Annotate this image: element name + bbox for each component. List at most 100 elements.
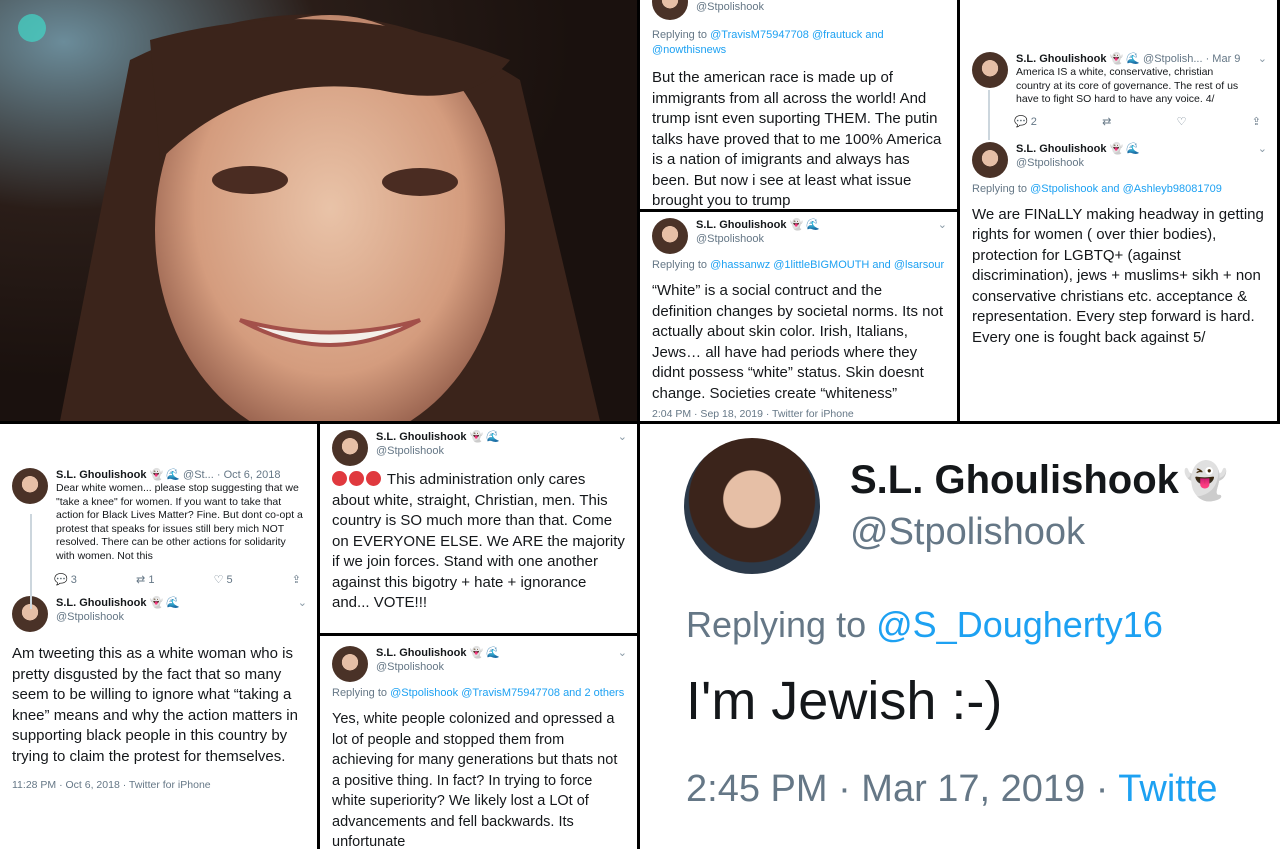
share-icon[interactable]: ⇪ [1252, 115, 1261, 128]
tweet-source-link[interactable]: Twitte [1118, 768, 1217, 810]
user-handle[interactable]: @Stpolish... [1143, 53, 1202, 65]
wave-emoji: 🌊 [486, 647, 500, 659]
thread-line [30, 514, 32, 609]
tweet-thread-take-a-knee: S.L. Ghoulishook 👻 🌊 @St... · Oct 6, 201… [0, 424, 317, 849]
tweet-thread-governance: S.L. Ghoulishook 👻 🌊 @Stpolish... · Mar … [960, 0, 1277, 421]
avatar[interactable] [332, 646, 368, 682]
user-name[interactable]: S.L. Ghoulishook [696, 219, 786, 231]
tweet-text: Am tweeting this as a white woman who is… [12, 645, 298, 765]
wave-emoji: 🌊 [1126, 142, 1140, 155]
chevron-down-icon[interactable]: ⌄ [618, 646, 627, 659]
user-name[interactable]: S.L. Ghoulishook [376, 431, 466, 443]
chevron-down-icon[interactable]: ⌄ [1258, 52, 1267, 65]
reply-button[interactable]: 💬 3 [54, 573, 77, 586]
user-name[interactable]: S.L. Ghoulishook [1016, 143, 1106, 155]
replying-to-label: Replying to [652, 259, 708, 271]
user-handle[interactable]: @Stpolishook [696, 233, 764, 245]
reply-icon: 💬 [1014, 115, 1028, 128]
wave-emoji: 🌊 [166, 469, 180, 481]
ghost-emoji: 👻 [1183, 460, 1229, 501]
tweet-text: America IS a white, conservative, christ… [1016, 66, 1239, 105]
ghost-emoji: 👻 [469, 647, 484, 659]
tweet-text: We are FINaLLY making headway in getting… [972, 205, 1264, 346]
user-name[interactable]: S.L. Ghoulishook [1016, 53, 1106, 65]
user-name[interactable]: S.L. Ghoulishook [376, 647, 466, 659]
tweet-body: This administration only cares about whi… [320, 466, 637, 614]
tweet-text: But the american race is made up of immi… [652, 69, 942, 209]
wave-emoji: 🌊 [166, 597, 180, 609]
tweet-actions: 💬 2 ⇄ ♡ ⇪ [960, 107, 1277, 128]
tweet-meta: 2:45 PM · Mar 17, 2019 · Twitte [640, 732, 1280, 811]
user-handle[interactable]: @Stpolishook [376, 445, 444, 457]
replying-to-label: Replying to [686, 604, 867, 645]
tweet-text: This administration only cares about whi… [332, 471, 625, 611]
ghost-emoji: 👻 [1109, 53, 1124, 65]
reply-mentions-link[interactable]: @Stpolishook and @Ashleyb98081709 [1030, 183, 1222, 195]
chevron-down-icon[interactable]: ⌄ [298, 596, 307, 609]
like-icon: ♡ [213, 574, 224, 586]
tweet-time: 2:45 PM · Mar 17, 2019 · [686, 768, 1109, 810]
tweet-card-administration: S.L. Ghoulishook 👻 🌊 @Stpolishook ⌄ This… [320, 424, 637, 633]
retweet-count: 1 [148, 574, 155, 586]
reply-button[interactable]: 💬 2 [1014, 115, 1037, 128]
tweet-text: I'm Jewish :-) [686, 671, 1003, 731]
user-handle[interactable]: @Stpolishook [376, 661, 444, 673]
avatar[interactable] [332, 430, 368, 466]
tweet-date: · Mar 9 [1205, 53, 1241, 65]
chevron-down-icon[interactable]: ⌄ [618, 430, 627, 443]
share-icon[interactable]: ⇪ [292, 573, 301, 586]
user-handle[interactable]: @Stpolishook [56, 611, 124, 623]
tweet-card-immigrants: @Stpolishook Replying to @TravisM7594770… [640, 0, 957, 209]
ghost-emoji: 👻 [149, 469, 164, 481]
retweet-icon: ⇄ [136, 574, 146, 586]
tweet-card-jewish: S.L. Ghoulishook 👻 @Stpolishook Replying… [640, 424, 1280, 849]
chevron-down-icon[interactable]: ⌄ [938, 218, 947, 231]
user-handle[interactable]: @Stpolishook [850, 511, 1228, 554]
avatar[interactable] [652, 0, 688, 20]
like-icon[interactable]: ♡ [1177, 115, 1187, 128]
reply-count: 3 [70, 574, 77, 586]
avatar[interactable] [972, 52, 1008, 88]
user-handle[interactable]: @Stpolishook [1016, 157, 1084, 169]
replying-to: Replying to @Stpolishook and @Ashleyb980… [960, 178, 1277, 197]
like-button[interactable]: ♡ 5 [214, 573, 233, 586]
wave-emoji: 🌊 [486, 431, 500, 443]
ghost-emoji: 👻 [469, 431, 484, 443]
replying-to: Replying to @hassanwz @1littleBIGMOUTH a… [640, 254, 957, 273]
replying-to: Replying to @S_Dougherty16 [640, 574, 1280, 646]
tweet-actions: 💬 3 ⇄ 1 ♡ 5 ⇪ [0, 563, 317, 586]
thread-line [988, 90, 990, 140]
avatar[interactable] [12, 468, 48, 504]
user-name[interactable]: S.L. Ghoulishook [56, 469, 146, 481]
replying-to-label: Replying to [332, 687, 388, 699]
reply-icon: 💬 [54, 574, 68, 586]
wave-emoji: 🌊 [806, 219, 820, 231]
tweet-meta: 2:04 PM · Sep 18, 2019 · Twitter for iPh… [652, 408, 854, 420]
ghost-emoji: 👻 [149, 597, 164, 609]
angry-face-emoji [349, 471, 364, 486]
user-handle[interactable]: @Stpolishook [696, 1, 764, 13]
reply-mention-link[interactable]: @S_Dougherty16 [876, 604, 1163, 645]
user-name[interactable]: S.L. Ghoulishook [850, 458, 1179, 502]
retweet-button[interactable]: ⇄ 1 [136, 573, 154, 586]
replying-to: Replying to @TravisM75947708 @frautuck a… [640, 20, 957, 58]
tweet-card-social-construct: S.L. Ghoulishook 👻 🌊 @Stpolishook ⌄ Repl… [640, 212, 957, 421]
avatar-large[interactable] [684, 438, 820, 574]
tweet-date: · Oct 6, 2018 [216, 469, 281, 481]
tweet-text: Yes, white people colonized and opressed… [332, 711, 618, 849]
reply-mentions-link[interactable]: @hassanwz @1littleBIGMOUTH and @lsarsour [710, 259, 944, 271]
ghost-emoji: 👻 [1109, 142, 1124, 155]
replying-to-label: Replying to [972, 182, 1028, 195]
user-name[interactable]: S.L. Ghoulishook [56, 597, 146, 609]
chevron-down-icon[interactable]: ⌄ [1258, 142, 1267, 155]
user-handle[interactable]: @St... [183, 469, 214, 481]
avatar[interactable] [972, 141, 1008, 178]
retweet-icon[interactable]: ⇄ [1102, 115, 1111, 128]
profile-photo [0, 0, 637, 421]
wave-emoji: 🌊 [1126, 53, 1140, 65]
reply-mentions-link[interactable]: @Stpolishook @TravisM75947708 and 2 othe… [390, 687, 624, 699]
like-count: 5 [226, 574, 233, 586]
avatar[interactable] [652, 218, 688, 254]
tweet-meta: 11:28 PM · Oct 6, 2018 · Twitter for iPh… [12, 779, 211, 791]
tweet-text: “White” is a social contruct and the def… [652, 282, 943, 402]
